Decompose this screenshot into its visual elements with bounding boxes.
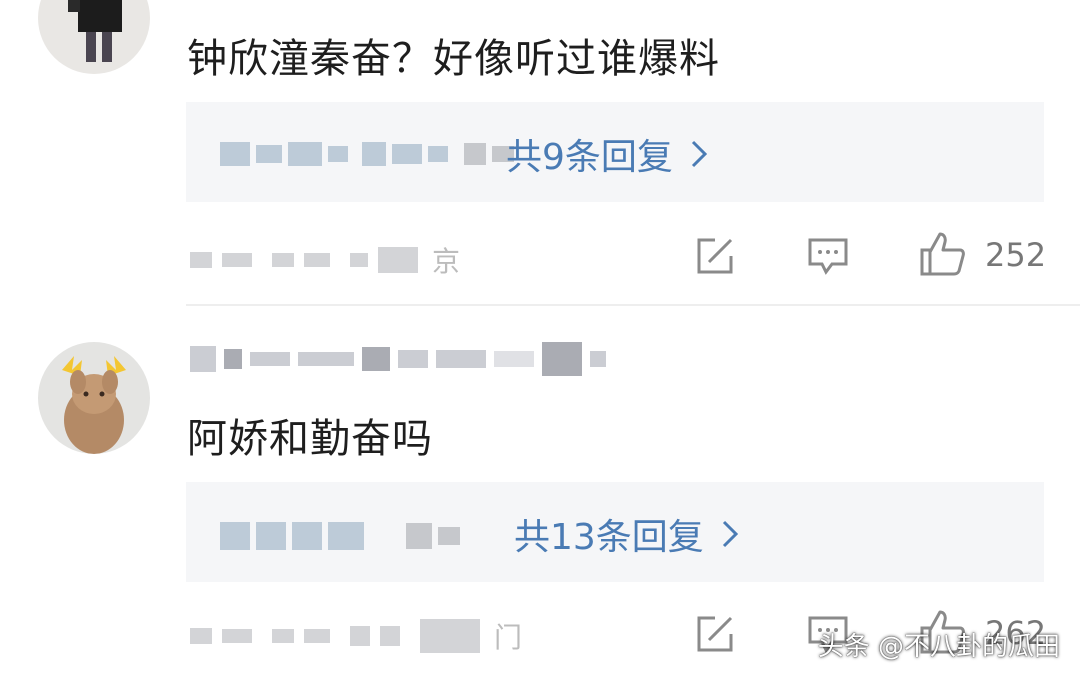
- avatar[interactable]: [38, 0, 150, 74]
- chevron-right-icon: [722, 520, 738, 548]
- comment-meta-blurred: 京: [190, 240, 460, 280]
- chevron-right-icon: [691, 140, 707, 168]
- share-icon[interactable]: [693, 234, 737, 278]
- watermark: 头条 @不八卦的瓜田: [817, 632, 1060, 662]
- username-blurred[interactable]: [190, 342, 606, 376]
- view-replies-link[interactable]: 共9条回复: [506, 128, 707, 180]
- reply-count-label: 共13条回复: [514, 517, 704, 558]
- comment-text: 钟欣潼秦奋？好像听过谁爆料: [187, 36, 720, 82]
- comment-item: 钟欣潼秦奋？好像听过谁爆料 共9条回复 京 252: [0, 0, 1080, 305]
- comment-icon[interactable]: [806, 234, 850, 278]
- comment-item: 阿娇和勤奋吗 共13条回复 门 262: [0, 306, 1080, 679]
- location-label: 京: [432, 245, 461, 278]
- reply-authors-blurred: [220, 142, 514, 166]
- username-blurred[interactable]: [190, 0, 348, 8]
- reply-count-label: 共9条回复: [506, 137, 673, 178]
- comment-meta-blurred: 门: [190, 616, 522, 656]
- comment-text: 阿娇和勤奋吗: [187, 416, 433, 462]
- like-count: 252: [985, 236, 1047, 274]
- avatar[interactable]: [38, 342, 150, 454]
- location-label: 门: [494, 621, 523, 654]
- reply-preview-box[interactable]: 共9条回复: [186, 102, 1044, 202]
- share-icon[interactable]: [693, 612, 737, 656]
- reply-preview-box[interactable]: 共13条回复: [186, 482, 1044, 582]
- reply-authors-blurred: [220, 522, 460, 550]
- thumbs-up-icon[interactable]: [918, 230, 966, 278]
- view-replies-link[interactable]: 共13条回复: [514, 508, 738, 560]
